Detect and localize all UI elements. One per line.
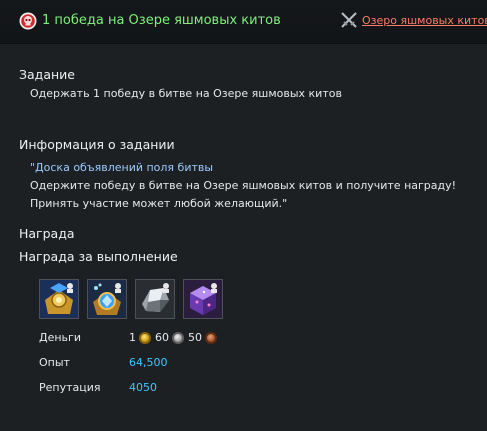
reputation-label: Репутация	[39, 381, 101, 394]
objective-text: Одержать 1 победу в битве на Озере яшмов…	[30, 87, 342, 100]
gold-amount: 1	[129, 331, 136, 344]
quest-info-heading: Информация о задании	[19, 137, 175, 152]
exp-value: 64,500	[129, 356, 168, 369]
objective-heading: Задание	[19, 67, 75, 82]
reward-item[interactable]	[39, 279, 79, 319]
reward-item[interactable]	[87, 279, 127, 319]
reward-heading: Награда	[19, 226, 75, 241]
silver-ore-icon	[136, 280, 174, 318]
reward-item[interactable]	[183, 279, 223, 319]
reputation-value: 4050	[129, 381, 157, 394]
crossed-swords-icon	[339, 10, 359, 30]
purple-cube-icon	[184, 280, 222, 318]
copper-coin-icon	[205, 332, 217, 344]
board-link[interactable]: "Доска объявлений поля битвы	[30, 161, 213, 175]
blue-crest-chest-icon	[88, 280, 126, 318]
quest-header: 1 победа на Озере яшмовых китов Озеро яш…	[0, 0, 487, 44]
money-value: 1 60 50	[129, 331, 221, 345]
quest-info-line-2: Одержите победу в битве на Озере яшмовых…	[30, 179, 457, 192]
reward-item[interactable]	[135, 279, 175, 319]
money-label: Деньги	[39, 331, 81, 344]
copper-amount: 50	[188, 331, 202, 344]
gold-coin-icon	[139, 332, 151, 344]
gold-medal-chest-icon	[40, 280, 78, 318]
silver-coin-icon	[172, 332, 184, 344]
completion-reward-heading: Награда за выполнение	[19, 249, 178, 264]
location-link[interactable]: Озеро яшмовых китов	[362, 14, 487, 28]
red-skull-icon	[19, 12, 37, 30]
silver-amount: 60	[155, 331, 169, 344]
quest-title: 1 победа на Озере яшмовых китов	[42, 13, 281, 28]
exp-label: Опыт	[39, 356, 70, 369]
quest-info-line-3: Принять участие может любой желающий."	[30, 197, 288, 210]
